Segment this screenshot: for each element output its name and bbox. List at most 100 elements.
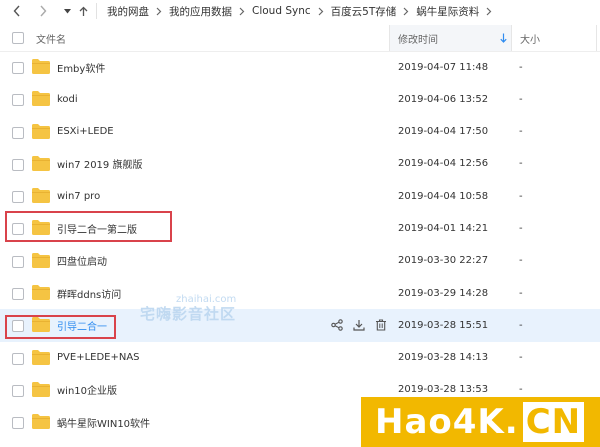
row-checkbox[interactable]	[12, 62, 24, 74]
chevron-right-icon	[234, 7, 250, 16]
folder-icon	[32, 91, 50, 107]
file-date: 2019-04-06 13:52	[398, 93, 489, 105]
row-checkbox[interactable]	[12, 288, 24, 301]
file-row[interactable]: PVE+LEDE+NAS 2019-03-28 14:13 -	[0, 342, 600, 374]
annotation-box	[5, 315, 116, 339]
file-row[interactable]: 群晖ddns访问 2019-03-29 14:28 -	[0, 277, 600, 309]
file-date: 2019-04-01 14:21	[398, 222, 489, 234]
folder-icon	[32, 285, 50, 301]
column-date-header[interactable]: 修改时间	[390, 25, 511, 51]
file-size: -	[519, 255, 523, 267]
breadcrumb: 我的网盘 我的应用数据 Cloud Sync 百度云5T存储 蜗牛星际资料	[105, 4, 497, 19]
file-name[interactable]: win7 2019 旗舰版	[57, 148, 142, 180]
file-row[interactable]: ESXi+LEDE 2019-04-04 17:50 -	[0, 116, 600, 148]
file-name[interactable]: 群晖ddns访问	[57, 277, 121, 309]
file-row[interactable]: Emby软件 2019-04-07 11:48 -	[0, 51, 600, 83]
file-list: Emby软件 2019-04-07 11:48 - kodi 2019-04-0…	[0, 51, 600, 439]
row-checkbox[interactable]	[12, 352, 24, 365]
file-date: 2019-04-04 17:50	[398, 126, 489, 138]
file-row[interactable]: kodi 2019-04-06 13:52 -	[0, 83, 600, 115]
breadcrumb-item[interactable]: 百度云5T存储	[329, 4, 399, 19]
row-checkbox[interactable]	[12, 191, 24, 204]
folder-icon	[32, 252, 50, 268]
chevron-right-icon	[481, 7, 497, 16]
breadcrumb-item[interactable]: 我的应用数据	[167, 4, 234, 19]
file-size: -	[519, 319, 523, 331]
file-date: 2019-03-29 14:28	[398, 287, 489, 299]
logo-suffix: CN	[522, 402, 585, 442]
file-row[interactable]: win7 pro 2019-04-04 10:58 -	[0, 180, 600, 212]
file-date: 2019-03-28 14:13	[398, 352, 489, 364]
history-dropdown-button[interactable]	[60, 0, 74, 22]
folder-icon	[32, 155, 50, 171]
chevron-left-icon	[13, 5, 20, 17]
file-name[interactable]: kodi	[57, 83, 78, 115]
file-name[interactable]: ESXi+LEDE	[57, 116, 114, 148]
file-name[interactable]: win10企业版	[57, 374, 117, 406]
toolbar-divider	[96, 3, 97, 19]
select-all-checkbox[interactable]	[12, 32, 24, 44]
row-checkbox[interactable]	[12, 417, 24, 430]
folder-icon	[32, 59, 50, 74]
file-size: -	[519, 352, 523, 364]
file-date: 2019-04-04 12:56	[398, 158, 489, 170]
file-date: 2019-03-28 15:51	[398, 319, 489, 331]
file-date: 2019-03-30 22:27	[398, 255, 489, 267]
share-icon	[331, 319, 343, 332]
row-checkbox[interactable]	[12, 126, 24, 139]
file-size: -	[519, 190, 523, 202]
row-checkbox[interactable]	[12, 255, 24, 268]
folder-icon	[32, 381, 50, 397]
navigation-bar: 我的网盘 我的应用数据 Cloud Sync 百度云5T存储 蜗牛星际资料	[0, 0, 600, 22]
trash-icon	[376, 319, 386, 331]
file-name[interactable]: 四盘位启动	[57, 245, 107, 277]
back-button[interactable]	[6, 0, 28, 22]
breadcrumb-item[interactable]: Cloud Sync	[250, 5, 313, 17]
chevron-right-icon	[313, 7, 329, 16]
site-logo: Hao4K. CN	[361, 397, 600, 447]
column-name-header[interactable]: 文件名	[36, 25, 66, 51]
up-button[interactable]	[76, 0, 90, 22]
file-name[interactable]: win7 pro	[57, 180, 100, 212]
download-icon	[353, 320, 365, 331]
logo-main: Hao4K.	[375, 402, 519, 442]
file-size: -	[519, 222, 523, 234]
download-button[interactable]	[348, 319, 370, 331]
file-name[interactable]: PVE+LEDE+NAS	[57, 342, 140, 374]
folder-icon	[32, 188, 50, 204]
forward-button[interactable]	[32, 0, 54, 22]
file-size: -	[519, 126, 523, 138]
column-header: 文件名 修改时间 大小	[0, 25, 600, 52]
share-button[interactable]	[326, 319, 348, 332]
chevron-right-icon	[398, 7, 414, 16]
folder-icon	[32, 349, 50, 365]
file-size: -	[519, 158, 523, 170]
chevron-right-icon	[151, 7, 167, 16]
breadcrumb-item[interactable]: 我的网盘	[105, 4, 151, 19]
file-row[interactable]: 四盘位启动 2019-03-30 22:27 -	[0, 245, 600, 277]
breadcrumb-item-current[interactable]: 蜗牛星际资料	[414, 4, 481, 19]
file-size: -	[519, 93, 523, 105]
row-checkbox[interactable]	[12, 158, 24, 171]
arrow-up-icon	[79, 6, 87, 16]
file-date: 2019-04-04 10:58	[398, 190, 489, 202]
file-date: 2019-04-07 11:48	[398, 61, 489, 73]
row-checkbox[interactable]	[12, 94, 24, 107]
row-actions	[326, 309, 392, 341]
file-size: -	[519, 287, 523, 299]
column-date-label: 修改时间	[398, 34, 438, 46]
chevron-right-icon	[40, 5, 47, 17]
logo-text: Hao4K. CN	[361, 402, 585, 442]
file-name[interactable]: Emby软件	[57, 51, 105, 83]
file-row[interactable]: win7 2019 旗舰版 2019-04-04 12:56 -	[0, 148, 600, 180]
file-size: -	[519, 61, 523, 73]
annotation-box	[5, 211, 172, 242]
sort-down-arrow-icon	[500, 33, 507, 43]
file-name[interactable]: 蜗牛星际WIN10软件	[57, 406, 150, 438]
row-checkbox[interactable]	[12, 384, 24, 397]
column-divider[interactable]	[596, 25, 597, 51]
delete-button[interactable]	[370, 319, 392, 331]
folder-icon	[32, 123, 50, 139]
dropdown-icon	[63, 8, 71, 13]
column-size-header[interactable]: 大小	[512, 25, 600, 51]
